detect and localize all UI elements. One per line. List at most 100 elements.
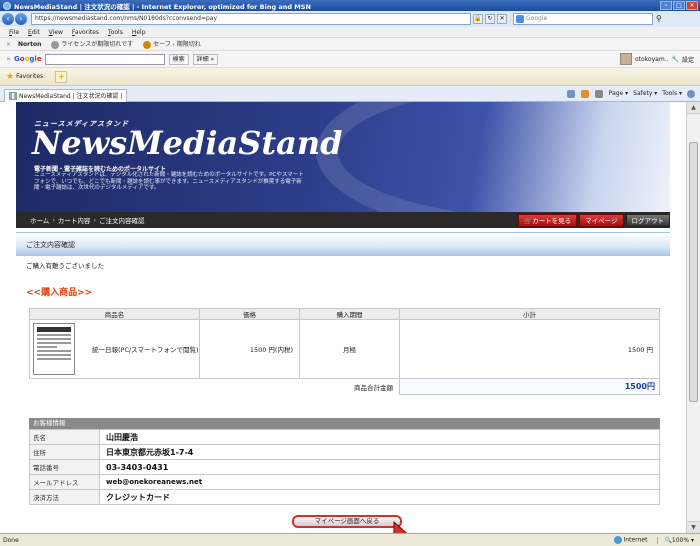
tab-bar: NewsMediaStand | 注文状況の確認 | Page ▾ Safety… [0, 86, 700, 102]
table-row: 住所 日本東京都元赤坂1-7-4 [29, 444, 660, 460]
close-window-button[interactable]: ✕ [686, 1, 698, 10]
status-text: Done [3, 536, 19, 544]
menu-file[interactable]: File [9, 29, 19, 36]
google-detail-button[interactable]: 詳細 » [192, 53, 219, 65]
google-user-menu[interactable]: otokoyam.. 🔧 設定 [619, 53, 694, 65]
table-row: 電話番号 03-3403-0431 [29, 459, 660, 475]
norton-safe-button[interactable]: セーフ - 期限切れ [143, 39, 201, 49]
products-title: <<購入商品>> [26, 288, 93, 298]
maximize-button[interactable]: □ [673, 1, 685, 10]
search-icon[interactable]: ⚲ [656, 14, 666, 24]
google-toolbar-search-field[interactable] [44, 53, 165, 65]
favorites-bar: ★ Favorites + [0, 68, 700, 86]
avatar [619, 53, 632, 65]
product-name: 統一日報(PC/スマートフォンで閲覧) [92, 346, 199, 354]
customer-label-phone: 電話番号 [29, 459, 100, 475]
zone-label: Internet [623, 536, 648, 544]
col-header-period: 購入期間 [299, 308, 400, 320]
tools-menu[interactable]: Tools ▾ [662, 90, 682, 97]
customer-value-phone: 03-3403-0431 [99, 459, 660, 475]
status-bar: Done Internet 🔍100% ▾ [0, 533, 700, 546]
google-username: otokoyam.. [634, 55, 669, 63]
norton-license-button[interactable]: ライセンスが期限切れです [51, 39, 133, 49]
page-menu-label: Page [608, 90, 624, 97]
close-toolbar-icon[interactable]: ✕ [6, 56, 11, 63]
home-button[interactable] [566, 89, 576, 98]
google-search-button[interactable]: 検索 [168, 53, 189, 65]
customer-label-email: メールアドレス [29, 474, 100, 490]
site-header: ニュースメディアスタンド NewsMediaStand 電子新聞・電子雑誌を読む… [16, 102, 670, 212]
wrench-icon[interactable]: 🔧 [672, 56, 679, 63]
menu-view[interactable]: View [49, 29, 63, 36]
safety-menu-label: Safety [633, 90, 653, 97]
mypage-button[interactable]: マイページ [579, 213, 624, 227]
settings-label[interactable]: 設定 [682, 55, 694, 64]
product-subtotal: 1500 円 [399, 319, 660, 379]
print-button[interactable] [594, 89, 604, 98]
norton-license-label: ライセンスが期限切れです [61, 41, 134, 49]
customer-value-address: 日本東京都元赤坂1-7-4 [99, 444, 660, 460]
customer-label-name: 氏名 [29, 429, 100, 445]
quick-tabs-icon[interactable] [9, 91, 17, 100]
forward-button[interactable]: › [15, 13, 27, 25]
feeds-button[interactable] [580, 89, 590, 98]
breadcrumb-cart[interactable]: カート内容 [58, 215, 91, 225]
search-placeholder: Google [526, 15, 548, 22]
products-header-row: 商品名 価格 購入期間 小計 [29, 308, 660, 320]
scrollbar-thumb[interactable] [689, 142, 698, 402]
favorites-star-icon[interactable]: ★ [6, 72, 14, 82]
search-input[interactable]: Google [513, 13, 653, 25]
view-cart-button[interactable]: 🛒カートを見る [518, 213, 578, 227]
refresh-icon[interactable]: ↻ [485, 14, 495, 24]
norton-safe-label: セーフ - 期限切れ [153, 41, 201, 49]
mouse-pointer-icon [393, 520, 408, 533]
menu-edit[interactable]: Edit [28, 29, 40, 36]
scroll-up-arrow[interactable]: ▲ [687, 102, 700, 114]
tab-newsmediastand[interactable]: NewsMediaStand | 注文状況の確認 | [4, 88, 128, 102]
total-label: 商品合計金額 [29, 378, 400, 395]
favorites-button[interactable]: Favorites [16, 73, 43, 80]
page-menu[interactable]: Page ▾ [609, 90, 628, 97]
page-viewport: ニュースメディアスタンド NewsMediaStand 電子新聞・電子雑誌を読む… [0, 102, 686, 533]
menu-favorites[interactable]: Favorites [72, 29, 99, 36]
address-field[interactable]: https://newsmediastand.com/nms/N0180ds?c… [31, 13, 471, 25]
zoom-control[interactable]: 🔍100% ▾ [657, 536, 694, 544]
print-icon [594, 89, 603, 98]
google-logo: Google [14, 55, 42, 63]
table-row: 決済方法 クレジットカード [29, 489, 660, 505]
product-cell: 統一日報(PC/スマートフォンで閲覧) [29, 319, 200, 379]
zoom-icon: 🔍 [664, 536, 672, 544]
menu-help[interactable]: Help [132, 29, 146, 36]
shield-icon [51, 40, 60, 49]
logout-button[interactable]: ログアウト [625, 213, 670, 227]
scroll-down-arrow[interactable]: ▼ [687, 521, 700, 533]
close-toolbar-icon[interactable]: ✕ [6, 41, 11, 48]
newspaper-thumbnail [33, 323, 75, 375]
lock-icon[interactable]: 🔒 [473, 14, 483, 24]
back-button[interactable]: ‹ [2, 13, 14, 25]
menu-tools[interactable]: Tools [108, 29, 123, 36]
window-titlebar: NewsMediaStand | 注文状況の確認 | - Internet Ex… [0, 0, 700, 11]
safety-menu[interactable]: Safety ▾ [633, 90, 657, 97]
home-icon [566, 89, 575, 98]
add-favorite-icon[interactable]: + [55, 70, 68, 83]
stop-icon[interactable]: ✕ [497, 14, 507, 24]
globe-icon [613, 536, 622, 544]
customer-value-payment: クレジットカード [99, 489, 660, 505]
minimize-button[interactable]: – [660, 1, 672, 10]
zoom-label: 100% [671, 536, 690, 544]
help-button[interactable] [687, 89, 696, 98]
tab-title: NewsMediaStand | 注文状況の確認 | [19, 93, 123, 100]
ie-logo-icon [3, 1, 11, 10]
breadcrumb-home[interactable]: ホーム [30, 215, 49, 225]
vertical-scrollbar[interactable]: ▲ ▼ [686, 102, 700, 533]
site-logo[interactable]: NewsMediaStand [32, 124, 342, 162]
total-row: 商品合計金額 1500円 [29, 378, 660, 395]
site-description: ニュースメディアスタンドは、デジタル化された新聞・雑誌を読むためのポータルサイト… [34, 172, 304, 191]
section-title: ご注文内容確認 [16, 232, 670, 256]
norton-menu[interactable]: Norton [18, 41, 41, 48]
url-text: https://newsmediastand.com/nms/N0180ds?c… [35, 15, 218, 22]
customer-value-name: 山田慶浩 [99, 429, 660, 445]
back-to-mypage-button[interactable]: マイページ画面へ戻る [292, 515, 402, 528]
customer-info-table: 氏名 山田慶浩 住所 日本東京都元赤坂1-7-4 電話番号 03-3403-0431 … [29, 429, 660, 505]
